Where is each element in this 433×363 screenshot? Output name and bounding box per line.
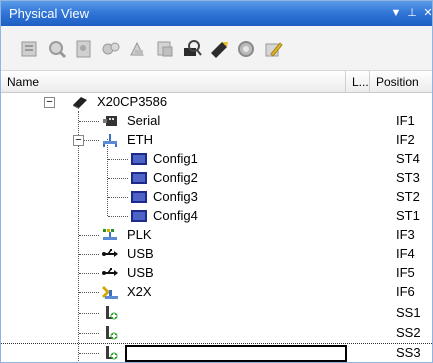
collapse-root-icon[interactable]: − [44,97,55,108]
tree-row-plk[interactable]: PLK IF3 [1,226,432,245]
powerlink-icon [101,227,119,243]
x2x-icon [101,284,119,300]
tree-row-eth[interactable]: − ETH IF2 [1,131,432,150]
dropdown-icon[interactable]: ▼ [388,5,404,21]
tree-connector [79,333,99,334]
column-header-name[interactable]: Name [1,71,346,93]
position-value: ST4 [396,151,420,166]
compare-icon[interactable] [154,38,176,60]
tree-connector [79,313,99,314]
tree-item-label: USB [127,265,154,280]
collapse-eth-icon[interactable]: − [73,135,84,146]
column-header-location[interactable]: L... [346,71,370,93]
serial-port-icon [101,113,119,129]
config-icon [130,189,148,205]
tree-connector [108,178,128,179]
column-header-position[interactable]: Position [370,71,432,93]
toolbar [1,26,432,71]
position-value: IF6 [396,284,415,299]
position-value: SS1 [396,305,421,320]
position-value: IF3 [396,227,415,242]
tree-item-label: Config1 [153,151,198,166]
column-header-row: Name L... Position [1,71,432,93]
tree-row-usb-1[interactable]: USB IF4 [1,245,432,264]
config-icon [130,151,148,167]
find-icon[interactable] [46,38,68,60]
slot-icon [101,325,119,341]
tree-item-label: X2X [127,284,152,299]
tree-connector [108,159,128,160]
tree-connector [108,216,128,217]
tree-item-label: Config4 [153,208,198,223]
usb-icon [101,265,119,281]
tree-item-label: USB [127,246,154,261]
position-value: IF2 [396,132,415,147]
ethernet-icon [101,132,119,148]
usb-icon [101,246,119,262]
tree-connector [79,235,99,236]
close-icon[interactable]: ✕ [420,5,432,21]
tree-row-x2x[interactable]: X2X IF6 [1,283,432,302]
open-icon[interactable] [19,38,41,60]
physical-view-panel: Physical View ▼ ⊥ ✕ Name L... Position −… [0,0,433,363]
position-value: SS2 [396,325,421,340]
position-value: ST1 [396,208,420,223]
configure-icon[interactable] [100,38,122,60]
panel-title: Physical View [9,6,89,21]
position-value: IF4 [396,246,415,261]
tree-row-serial[interactable]: Serial IF1 [1,112,432,131]
position-value: SS3 [396,345,421,360]
slot-icon [101,305,119,321]
cpu-icon [71,94,89,110]
config-icon [130,208,148,224]
wizard-icon[interactable] [127,38,149,60]
tree-connector [79,273,99,274]
tree-item-label: ETH [127,132,153,147]
hardware-tree: − X20CP3586 Serial IF1 − ETH IF2 Config1… [1,93,432,362]
tree-row-config4[interactable]: Config4 ST1 [1,207,432,226]
tree-item-label: Config3 [153,189,198,204]
position-value: ST3 [396,170,420,185]
tree-connector [108,197,128,198]
tree-row-ss1[interactable]: SS1 [1,304,432,323]
settings-icon[interactable] [235,38,257,60]
properties-icon[interactable] [73,38,95,60]
tree-connector [79,254,99,255]
tree-row-usb-2[interactable]: USB IF5 [1,264,432,283]
tree-item-label: X20CP3586 [97,94,168,109]
tree-row-config1[interactable]: Config1 ST4 [1,150,432,169]
tree-connector [79,353,99,354]
tree-connector [79,121,99,122]
tree-row-ss2[interactable]: SS2 [1,324,432,343]
tree-connector [79,292,99,293]
config-icon [130,170,148,186]
tree-row-root[interactable]: − X20CP3586 [1,93,432,112]
title-bar: Physical View ▼ ⊥ ✕ [1,1,432,26]
edit-icon[interactable] [262,38,284,60]
connect-icon[interactable] [208,38,230,60]
tree-item-label: Serial [127,113,161,128]
tree-row-config3[interactable]: Config3 ST2 [1,188,432,207]
tree-row-config2[interactable]: Config2 ST3 [1,169,432,188]
slot-icon [101,345,119,361]
search-device-icon[interactable] [181,38,203,60]
position-value: IF5 [396,265,415,280]
position-value: IF1 [396,113,415,128]
tree-item-label: PLK [127,227,152,242]
rename-input[interactable] [125,345,347,362]
pin-icon[interactable]: ⊥ [404,5,420,21]
position-value: ST2 [396,189,420,204]
tree-row-ss3[interactable]: SS3 [1,343,432,362]
tree-item-label: Config2 [153,170,198,185]
